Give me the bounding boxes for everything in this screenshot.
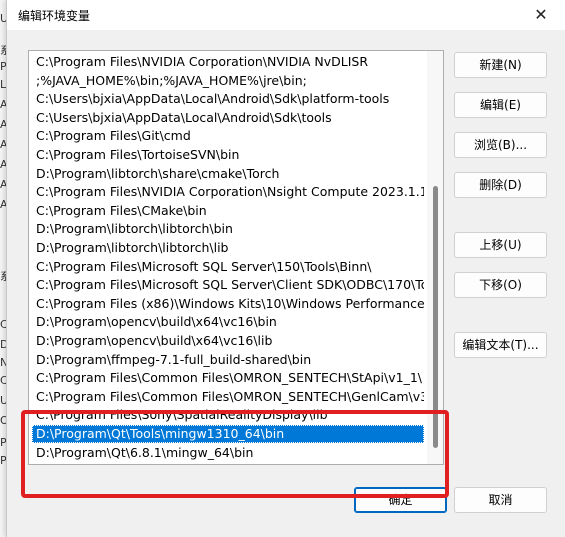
delete-button[interactable]: 删除(D) bbox=[454, 172, 547, 198]
vertical-scrollbar[interactable] bbox=[427, 51, 443, 464]
path-list-item[interactable]: C:\Program Files\NVIDIA Corporation\NVID… bbox=[32, 53, 424, 71]
path-list-item[interactable]: C:\Program Files\CMake\bin bbox=[32, 202, 424, 220]
path-list-item[interactable]: C:\Program Files\Sony\SpatialRealityDisp… bbox=[32, 406, 424, 424]
edit-button[interactable]: 编辑(E) bbox=[454, 92, 547, 118]
edit-text-button[interactable]: 编辑文本(T)... bbox=[454, 332, 547, 358]
browse-button[interactable]: 浏览(B)... bbox=[454, 132, 547, 158]
path-list-item[interactable]: C:\Program Files\Microsoft SQL Server\15… bbox=[32, 258, 424, 276]
path-list-item[interactable]: D:\Program\Qt\Tools\mingw1310_64\bin bbox=[32, 425, 424, 443]
path-list[interactable]: D:\Program\Qt\6.8.1\mingw_64\bin D:\Progr… bbox=[28, 50, 444, 465]
path-list-item[interactable]: D:\Program\opencv\build\x64\vc16\bin bbox=[32, 313, 424, 331]
path-list-item[interactable]: C:\Users\bjxia\AppData\Local\Android\Sdk… bbox=[32, 90, 424, 108]
path-list-item[interactable]: C:\Users\bjxia\AppData\Local\Android\Sdk… bbox=[32, 109, 424, 127]
path-list-item[interactable]: C:\Program Files\Common Files\OMRON_SENT… bbox=[32, 369, 424, 387]
path-list-item[interactable]: D:\Program\libtorch\libtorch\bin bbox=[32, 220, 424, 238]
ok-button[interactable]: 确定 bbox=[354, 487, 447, 513]
path-list-item[interactable]: C:\Program Files (x86)\Windows Kits\10\W… bbox=[32, 295, 424, 313]
move-up-button[interactable]: 上移(U) bbox=[454, 232, 547, 258]
path-list-item[interactable]: C:\Program Files\Git\cmd bbox=[32, 127, 424, 145]
path-list-item[interactable]: C:\Program Files\Microsoft SQL Server\Cl… bbox=[32, 276, 424, 294]
path-list-item[interactable]: C:\Program Files\NVIDIA Corporation\Nsig… bbox=[32, 183, 424, 201]
scrollbar-thumb[interactable] bbox=[433, 186, 438, 448]
path-list-item[interactable]: ;%JAVA_HOME%\bin;%JAVA_HOME%\jre\bin; bbox=[32, 72, 424, 90]
path-list-item[interactable]: D:\Program\opencv\build\x64\vc16\lib bbox=[32, 332, 424, 350]
path-list-item[interactable]: D:\Program\libtorch\share\cmake\Torch bbox=[32, 165, 424, 183]
path-list-item[interactable]: C:\Program Files\Common Files\OMRON_SENT… bbox=[32, 388, 424, 406]
dialog-title: 编辑环境变量 bbox=[18, 9, 91, 23]
cancel-button[interactable]: 取消 bbox=[454, 487, 547, 513]
path-list-item[interactable]: D:\Program\ffmpeg-7.1-full_build-shared\… bbox=[32, 351, 424, 369]
edit-environment-variable-dialog: 编辑环境变量 ✕ D:\Program\Qt\6.8.1\mingw_64\bi… bbox=[6, 0, 565, 537]
path-list-item[interactable]: D:\Program\libtorch\libtorch\lib bbox=[32, 239, 424, 257]
move-down-button[interactable]: 下移(O) bbox=[454, 272, 547, 298]
path-list-item[interactable]: D:\Program\Qt\6.8.1\mingw_64\bin bbox=[32, 444, 424, 462]
title-bar: 编辑环境变量 ✕ bbox=[7, 0, 565, 30]
close-icon[interactable]: ✕ bbox=[528, 3, 554, 27]
path-list-item[interactable]: C:\Program Files\TortoiseSVN\bin bbox=[32, 146, 424, 164]
new-button[interactable]: 新建(N) bbox=[454, 52, 547, 78]
